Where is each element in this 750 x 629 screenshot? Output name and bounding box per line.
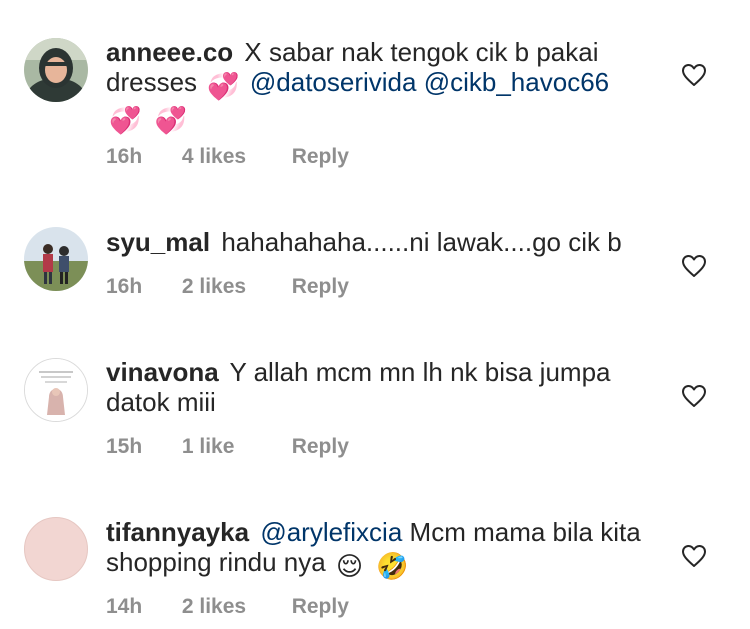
heart-outline-icon — [682, 255, 706, 277]
timestamp: 15h — [106, 435, 143, 458]
timestamp: 14h — [106, 595, 143, 618]
like-button[interactable] — [681, 384, 707, 413]
likes-count[interactable]: 2 likes — [182, 595, 286, 619]
comment-meta: 15h 1 like Reply — [106, 435, 349, 459]
reply-button[interactable]: Reply — [292, 435, 349, 459]
avatar[interactable] — [24, 227, 88, 291]
revolving-hearts-icon: 💞 — [109, 105, 142, 135]
heart-outline-icon — [682, 385, 706, 407]
avatar[interactable] — [24, 517, 88, 581]
username[interactable]: anneee.co — [106, 37, 233, 67]
avatar[interactable] — [24, 358, 88, 422]
username[interactable]: vinavona — [106, 357, 219, 387]
revolving-hearts-icon: 💞 — [207, 71, 240, 101]
comment-body: hahahahaha......ni lawak....go cik b — [221, 227, 622, 257]
mention-link[interactable]: @cikb_havoc66 — [424, 67, 609, 97]
likes-count[interactable]: 1 like — [182, 435, 286, 459]
reply-button[interactable]: Reply — [292, 145, 349, 169]
comment-text: anneee.co X sabar nak tengok cik b pakai… — [106, 37, 666, 135]
avatar[interactable] — [24, 38, 88, 102]
reply-button[interactable]: Reply — [292, 275, 349, 299]
rolling-laughing-face-icon: 🤣 — [376, 551, 409, 581]
heart-outline-icon — [682, 64, 706, 86]
username[interactable]: syu_mal — [106, 227, 210, 257]
mention-link[interactable]: @datoserivida — [250, 67, 417, 97]
relieved-face-icon: 😌 — [335, 551, 364, 581]
revolving-hearts-icon: 💞 — [154, 105, 187, 135]
reply-button[interactable]: Reply — [292, 595, 349, 619]
heart-outline-icon — [682, 545, 706, 567]
like-button[interactable] — [681, 63, 707, 92]
comment-meta: 16h 4 likes Reply — [106, 145, 349, 169]
comment-text: tifannyayka @arylefixcia Mcm mama bila k… — [106, 517, 666, 581]
likes-count[interactable]: 2 likes — [182, 275, 286, 299]
timestamp: 16h — [106, 145, 143, 168]
comment-meta: 14h 2 likes Reply — [106, 595, 349, 619]
username[interactable]: tifannyayka — [106, 517, 249, 547]
likes-count[interactable]: 4 likes — [182, 145, 286, 169]
comment-text: syu_mal hahahahaha......ni lawak....go c… — [106, 227, 666, 257]
mention-link[interactable]: @arylefixcia — [260, 517, 402, 547]
timestamp: 16h — [106, 275, 143, 298]
like-button[interactable] — [681, 544, 707, 573]
comment-meta: 16h 2 likes Reply — [106, 275, 349, 299]
comment-text: vinavona Y allah mcm mn lh nk bisa jumpa… — [106, 357, 666, 417]
like-button[interactable] — [681, 254, 707, 283]
